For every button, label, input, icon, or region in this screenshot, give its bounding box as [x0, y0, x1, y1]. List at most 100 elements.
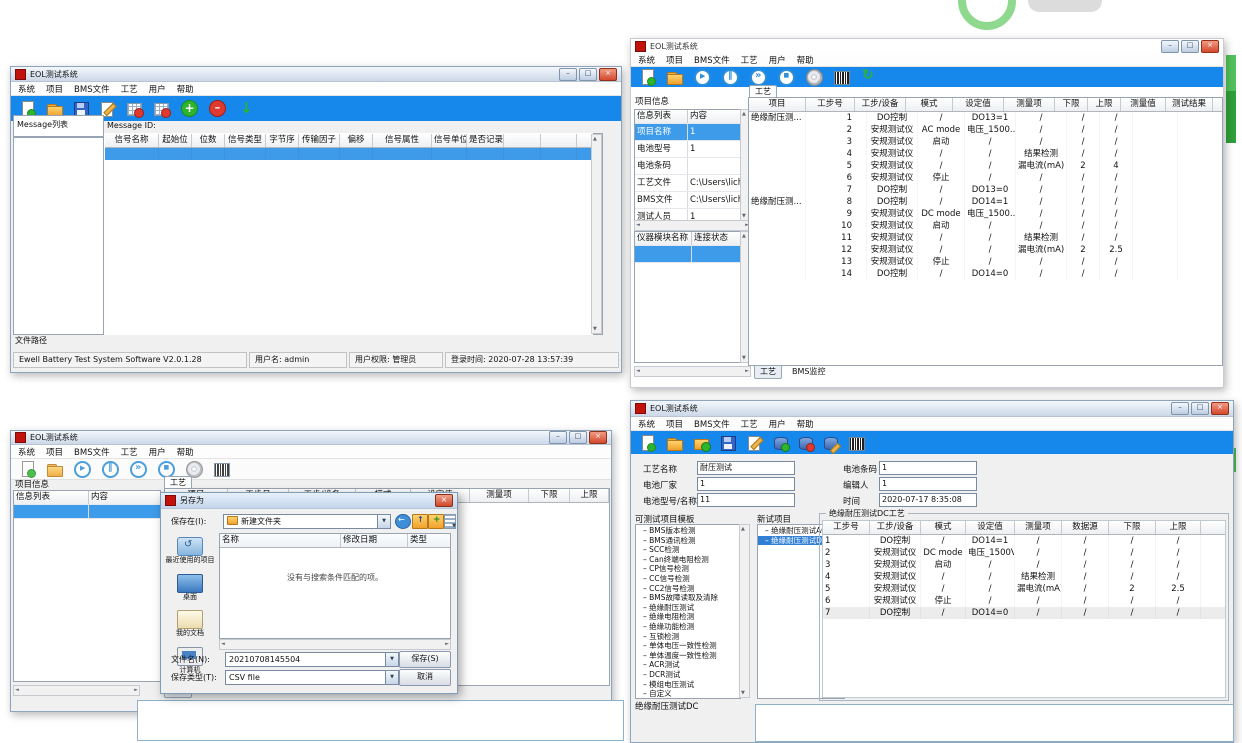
- window-button[interactable]: □: [579, 68, 597, 81]
- barcode-icon[interactable]: [849, 437, 865, 451]
- menu-item[interactable]: 系统: [638, 54, 655, 66]
- window-button[interactable]: ×: [589, 431, 607, 444]
- pause-icon[interactable]: [102, 461, 119, 478]
- title-bar[interactable]: EOL测试系统 –□×: [11, 67, 621, 82]
- template-item[interactable]: SCC检测: [636, 545, 740, 555]
- table-row[interactable]: 13安规测试仪停止////: [749, 256, 1222, 268]
- db-add-icon[interactable]: [774, 437, 788, 450]
- save-button[interactable]: 保存(S): [399, 651, 451, 668]
- menu-item[interactable]: BMS文件: [694, 418, 730, 430]
- views-icon[interactable]: [444, 514, 456, 529]
- editor-input[interactable]: 1: [879, 477, 977, 491]
- table-row[interactable]: 1DO控制/DO14=1////: [823, 535, 1225, 547]
- chevron-down-icon[interactable]: ▼: [385, 653, 398, 666]
- time-input[interactable]: 2020-07-17 8:35:08: [879, 493, 977, 507]
- template-list[interactable]: BMS版本检测BMS通讯检测SCC检测Can终端电阻检测CP信号检测CC信号检测…: [635, 524, 741, 699]
- process-name-input[interactable]: 耐压测试: [697, 461, 795, 475]
- table-row[interactable]: 3安规测试仪启动/////: [823, 559, 1225, 571]
- save-in-combobox[interactable]: 新建文件夹 ▼: [223, 514, 391, 529]
- window-button[interactable]: –: [1161, 40, 1179, 53]
- table-row[interactable]: 5安规测试仪//漏电流(mA)24: [749, 160, 1222, 172]
- menu-item[interactable]: 项目: [666, 418, 683, 430]
- menu-item[interactable]: 用户: [149, 446, 166, 458]
- menu-item[interactable]: 工艺: [741, 54, 758, 66]
- template-item[interactable]: CC2信号检测: [636, 584, 740, 594]
- table-row[interactable]: 5安规测试仪//漏电流(mA)/22.5: [823, 583, 1225, 595]
- window-button[interactable]: ×: [1201, 40, 1219, 53]
- menu-item[interactable]: 项目: [46, 446, 63, 458]
- menu-item[interactable]: 系统: [18, 83, 35, 95]
- table-row[interactable]: 12安规测试仪//漏电流(mA)22.5: [749, 244, 1222, 256]
- template-item[interactable]: 模组电压测试: [636, 680, 740, 690]
- template-item[interactable]: CP信号检测: [636, 564, 740, 574]
- stop-icon[interactable]: [158, 461, 175, 478]
- edit-icon[interactable]: [747, 435, 763, 451]
- table-row[interactable]: 6安规测试仪停止/////: [823, 595, 1225, 607]
- file-type-select[interactable]: CSV file ▼: [225, 670, 399, 685]
- place-recent[interactable]: 最近使用的项目: [165, 537, 215, 565]
- template-item[interactable]: 绝缘功能检测: [636, 622, 740, 632]
- disc-icon[interactable]: [806, 69, 823, 86]
- window-button[interactable]: □: [1181, 40, 1199, 53]
- cancel-button[interactable]: 取消: [399, 669, 451, 686]
- menu-item[interactable]: 系统: [638, 418, 655, 430]
- barcode-icon[interactable]: [834, 71, 850, 85]
- open-folder-icon[interactable]: [47, 461, 63, 477]
- chevron-down-icon[interactable]: ▼: [377, 515, 390, 528]
- horizontal-scrollbar[interactable]: [634, 220, 751, 231]
- stop-icon[interactable]: [778, 69, 795, 86]
- start-icon[interactable]: [74, 461, 91, 478]
- add-icon[interactable]: [181, 100, 198, 117]
- place-documents[interactable]: 我的文档: [165, 610, 215, 638]
- template-item[interactable]: ACR测试: [636, 660, 740, 670]
- place-desktop[interactable]: 桌面: [165, 574, 215, 602]
- menu-item[interactable]: 用户: [769, 418, 786, 430]
- new-file-icon[interactable]: [640, 69, 656, 85]
- skip-icon[interactable]: [130, 461, 147, 478]
- up-folder-icon[interactable]: [412, 514, 428, 529]
- table-import-icon[interactable]: [127, 101, 143, 117]
- file-list[interactable]: 名称修改日期类型 没有与搜索条件匹配的项。: [219, 533, 451, 639]
- horizontal-scrollbar[interactable]: [634, 366, 751, 377]
- menu-item[interactable]: 帮助: [797, 418, 814, 430]
- template-item[interactable]: BMS故障读取及清除: [636, 593, 740, 603]
- dialog-title-bar[interactable]: 另存为 ×: [161, 493, 457, 509]
- template-item[interactable]: BMS通讯检测: [636, 536, 740, 546]
- title-bar[interactable]: EOL测试系统 –□×: [11, 431, 611, 445]
- pause-icon[interactable]: [722, 69, 739, 86]
- menu-item[interactable]: BMS文件: [74, 83, 110, 95]
- battery-barcode-input[interactable]: 1: [879, 461, 977, 475]
- menu-item[interactable]: 帮助: [177, 446, 194, 458]
- table-row[interactable]: 项目名称1: [635, 124, 741, 141]
- window-button[interactable]: –: [559, 68, 577, 81]
- table-row[interactable]: 7DO控制/DO13=0///: [749, 184, 1222, 196]
- window-button[interactable]: □: [569, 431, 587, 444]
- save-icon[interactable]: [721, 436, 736, 451]
- chevron-down-icon[interactable]: ▼: [385, 671, 398, 684]
- template-item[interactable]: BMS版本检测: [636, 526, 740, 536]
- template-item[interactable]: Can终端电阻检测: [636, 555, 740, 565]
- horizontal-scrollbar[interactable]: [13, 685, 140, 696]
- template-item[interactable]: 绝缘电阻检测: [636, 612, 740, 622]
- table-row[interactable]: 4安规测试仪//结果检测//: [749, 148, 1222, 160]
- template-item[interactable]: 自定义: [636, 689, 740, 699]
- template-item[interactable]: DCR测试: [636, 670, 740, 680]
- table-row[interactable]: 绝缘耐压测...1DO控制/DO13=1///: [749, 112, 1222, 124]
- table-row[interactable]: 11安规测试仪//结果检测//: [749, 232, 1222, 244]
- download-icon[interactable]: [237, 101, 253, 117]
- table-row[interactable]: 3安规测试仪启动////: [749, 136, 1222, 148]
- table-row[interactable]: 2安规测试仪AC mode电压_1500...///: [749, 124, 1222, 136]
- table-row[interactable]: BMS文件C:\Users\lichangjiang\Desktop\: [635, 192, 741, 209]
- template-item[interactable]: 单体温度一致性检测: [636, 651, 740, 661]
- tab-process-bottom[interactable]: 工艺: [754, 366, 782, 379]
- remove-icon[interactable]: [209, 100, 226, 117]
- template-item[interactable]: 绝缘耐压测试: [636, 603, 740, 613]
- start-icon[interactable]: [694, 69, 711, 86]
- table-row[interactable]: 工艺文件C:\Users\lichangjiang\Desktop\: [635, 175, 741, 192]
- battery-model-input[interactable]: 11: [697, 493, 795, 507]
- battery-maker-input[interactable]: 1: [697, 477, 795, 491]
- menu-item[interactable]: 工艺: [121, 83, 138, 95]
- file-name-input[interactable]: 20210708145504 ▼: [225, 652, 399, 667]
- template-item[interactable]: 单体电压一致性检测: [636, 641, 740, 651]
- disc-icon[interactable]: [186, 461, 203, 478]
